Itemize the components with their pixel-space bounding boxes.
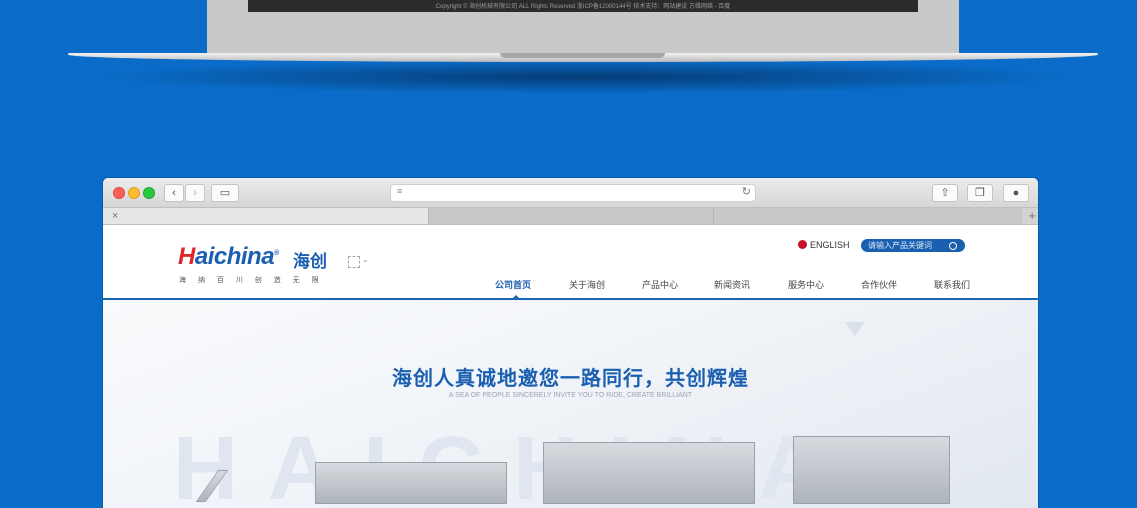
tab-3[interactable] bbox=[713, 208, 1022, 224]
site-header: Haichina® 海创 海 纳 百 川 创 造 无 限 ⌄ ENGLISH 请… bbox=[103, 225, 1038, 300]
uk-flag-icon bbox=[798, 240, 807, 249]
nav-item-partners[interactable]: 合作伙伴 bbox=[861, 278, 897, 291]
machine-image bbox=[543, 442, 755, 504]
browser-titlebar: ‹ › ▭ ≡ ↻ ⇧ ❐ ● bbox=[103, 178, 1038, 208]
reader-icon[interactable]: ≡ bbox=[397, 186, 402, 196]
address-bar[interactable]: ≡ ↻ bbox=[390, 184, 756, 202]
hero-title: 海创人真诚地邀您一路同行，共创辉煌 bbox=[392, 368, 749, 390]
main-nav: 公司首页 关于海创 产品中心 新闻资讯 服务中心 合作伙伴 联系我们 bbox=[103, 278, 1038, 299]
logo-h-letter: H bbox=[178, 243, 195, 270]
logo-registered: ® bbox=[274, 250, 279, 257]
laptop-footer-text: Copyright © 海创机械有限公司 ALL Rights Reserved… bbox=[248, 0, 918, 12]
hero-banner: HAICHINA 海创人真诚地邀您一路同行，共创辉煌 A SEA OF PEOP… bbox=[103, 300, 1038, 508]
sidebar-toggle-button[interactable]: ▭ bbox=[211, 184, 239, 202]
language-switch[interactable]: ENGLISH bbox=[798, 240, 850, 250]
language-label: ENGLISH bbox=[810, 240, 850, 250]
nav-item-home[interactable]: 公司首页 bbox=[495, 278, 531, 291]
qr-code-icon[interactable] bbox=[348, 256, 360, 268]
laptop-shadow bbox=[90, 60, 1080, 94]
logo[interactable]: Haichina® bbox=[178, 243, 279, 271]
hero-decor-triangle bbox=[845, 322, 865, 336]
search-placeholder: 请输入产品关键词 bbox=[868, 241, 932, 250]
tabs-overview-button[interactable]: ❐ bbox=[967, 184, 993, 202]
search-icon[interactable] bbox=[949, 242, 957, 250]
minimize-window-button[interactable] bbox=[128, 187, 140, 199]
nav-item-service[interactable]: 服务中心 bbox=[788, 278, 824, 291]
chevron-down-icon[interactable]: ⌄ bbox=[362, 255, 369, 264]
back-button[interactable]: ‹ bbox=[164, 184, 184, 202]
new-tab-icon[interactable]: + bbox=[1028, 208, 1036, 223]
nav-item-about[interactable]: 关于海创 bbox=[569, 278, 605, 291]
browser-window: ‹ › ▭ ≡ ↻ ⇧ ❐ ● × + Haichina® 海创 海 纳 百 川… bbox=[103, 178, 1038, 508]
nav-item-contact[interactable]: 联系我们 bbox=[934, 278, 970, 291]
close-tab-icon[interactable]: × bbox=[112, 208, 118, 224]
tab-2[interactable] bbox=[428, 208, 714, 224]
logo-chinese: 海创 bbox=[293, 252, 327, 271]
machine-image bbox=[793, 436, 950, 504]
search-input[interactable]: 请输入产品关键词 bbox=[861, 239, 965, 252]
downloads-button[interactable]: ● bbox=[1003, 184, 1029, 202]
laptop-screen: Copyright © 海创机械有限公司 ALL Rights Reserved… bbox=[207, 0, 959, 56]
zoom-window-button[interactable] bbox=[143, 187, 155, 199]
nav-item-products[interactable]: 产品中心 bbox=[642, 278, 678, 291]
laptop-notch bbox=[500, 53, 665, 58]
share-button[interactable]: ⇧ bbox=[932, 184, 958, 202]
machine-image bbox=[315, 462, 507, 504]
close-window-button[interactable] bbox=[113, 187, 125, 199]
forward-button[interactable]: › bbox=[185, 184, 205, 202]
reload-icon[interactable]: ↻ bbox=[742, 185, 751, 198]
logo-rest: aichina bbox=[194, 243, 275, 270]
hero-subtitle: A SEA OF PEOPLE SINCERELY INVITE YOU TO … bbox=[448, 392, 693, 399]
tab-active[interactable]: × bbox=[103, 208, 428, 224]
nav-item-news[interactable]: 新闻资讯 bbox=[714, 278, 750, 291]
tab-bar: × + bbox=[103, 208, 1038, 225]
nav-active-caret bbox=[512, 295, 520, 299]
